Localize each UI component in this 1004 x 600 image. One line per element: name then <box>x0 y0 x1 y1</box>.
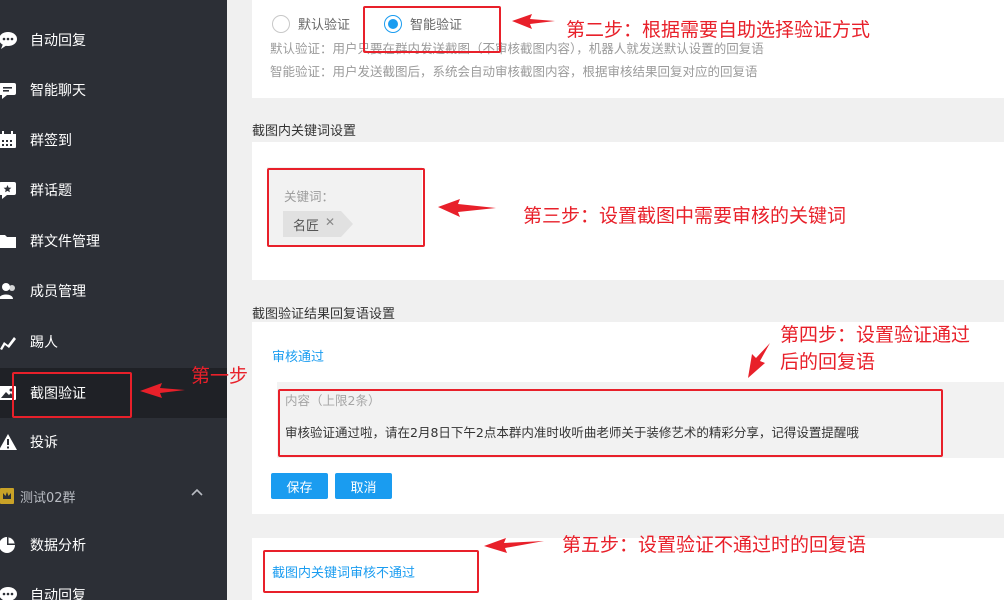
arrow-step3 <box>438 199 496 217</box>
arrow-step4 <box>748 343 770 378</box>
arrow-step5 <box>484 538 544 553</box>
arrow-step2 <box>512 14 555 29</box>
annotation-arrows <box>140 14 770 553</box>
page-root: 自动回复 智能聊天 群签到 群话题 群文件管理 成员管理 踢人 截图验证 投诉 … <box>0 0 1004 600</box>
arrow-step1 <box>140 383 185 398</box>
